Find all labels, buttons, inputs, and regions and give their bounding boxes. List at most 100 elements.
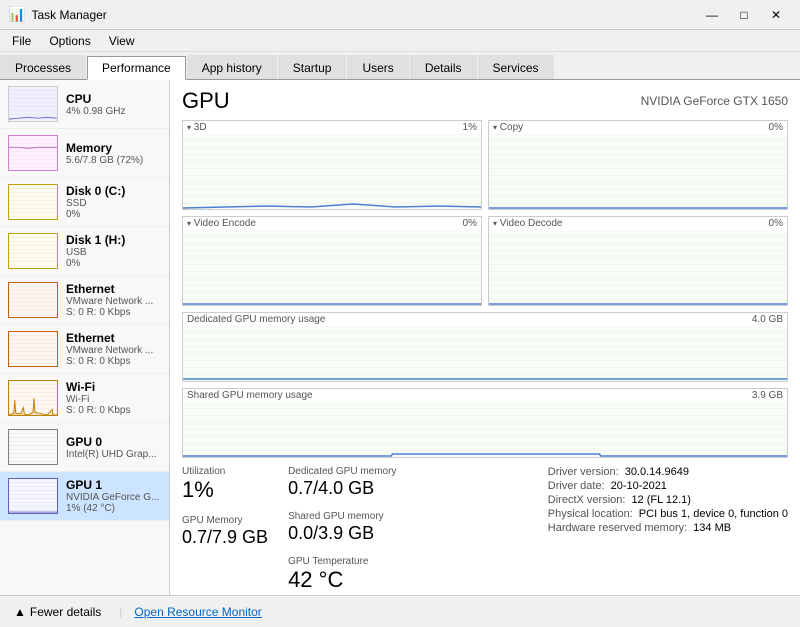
tab-users[interactable]: Users: [347, 55, 408, 79]
gpu0-graph-thumbnail: [8, 429, 58, 465]
maximize-button[interactable]: □: [728, 0, 760, 30]
ethernet1-info: Ethernet VMware Network ... S: 0 R: 0 Kb…: [66, 282, 161, 318]
sidebar-item-cpu[interactable]: CPU 4% 0.98 GHz: [0, 80, 169, 129]
stat-dedicated-gpu-mem: Dedicated GPU memory 0.7/4.0 GB Shared G…: [288, 466, 396, 591]
chart-shared-body: [183, 402, 787, 457]
gpu0-sub: Intel(R) UHD Grap...: [66, 449, 161, 460]
sidebar-item-wifi[interactable]: Wi-Fi Wi-Fi S: 0 R: 0 Kbps: [0, 374, 169, 423]
ethernet2-sub: VMware Network ...: [66, 345, 161, 356]
gpu1-label: GPU 1: [66, 478, 161, 492]
driver-date-val: 20-10-2021: [611, 480, 667, 492]
chart-3d: ▾ 3D 1%: [182, 120, 482, 210]
gpu1-sub: NVIDIA GeForce G...: [66, 492, 161, 503]
ethernet1-label: Ethernet: [66, 282, 161, 296]
tab-app-history[interactable]: App history: [187, 55, 277, 79]
charts-mid-row: ▾ Video Encode 0% ▾ Video Decode: [182, 216, 788, 306]
cpu-graph-thumbnail: [8, 86, 58, 122]
disk0-sub2: SSD: [66, 198, 161, 209]
stat-utilization: Utilization 1% GPU Memory 0.7/7.9 GB: [182, 466, 268, 591]
tab-details[interactable]: Details: [410, 55, 477, 79]
tab-processes[interactable]: Processes: [0, 55, 86, 79]
driver-date-key: Driver date:: [548, 480, 605, 492]
gpu1-sub3: 1% (42 °C): [66, 503, 161, 514]
chart-vencode-body: [183, 230, 481, 305]
physical-location-key: Physical location:: [548, 508, 633, 520]
sidebar-item-ethernet1[interactable]: Ethernet VMware Network ... S: 0 R: 0 Kb…: [0, 276, 169, 325]
chart-dedicated-body: [183, 326, 787, 381]
sidebar-item-gpu1[interactable]: GPU 1 NVIDIA GeForce G... 1% (42 °C): [0, 472, 169, 521]
chart-vdecode-body: [489, 230, 787, 305]
title-bar: 📊 Task Manager — □ ✕: [0, 0, 800, 30]
chart-shared-max: 3.9 GB: [752, 390, 783, 401]
sidebar-item-memory[interactable]: Memory 5.6/7.8 GB (72%): [0, 129, 169, 178]
fewer-details-button[interactable]: ▲ Fewer details: [8, 603, 107, 621]
memory-sub: 5.6/7.8 GB (72%): [66, 155, 161, 166]
disk1-sub2: USB: [66, 247, 161, 258]
chart-shared-title: Shared GPU memory usage: [187, 390, 313, 401]
chart-shared-mem: Shared GPU memory usage 3.9 GB: [182, 388, 788, 458]
physical-location-val: PCI bus 1, device 0, function 0: [639, 508, 788, 520]
sidebar-item-gpu0[interactable]: GPU 0 Intel(R) UHD Grap...: [0, 423, 169, 472]
chart-vdecode-percent: 0%: [769, 218, 783, 229]
ethernet1-sub: VMware Network ...: [66, 296, 161, 307]
sidebar-item-disk0[interactable]: Disk 0 (C:) SSD 0%: [0, 178, 169, 227]
content-header: GPU NVIDIA GeForce GTX 1650: [182, 88, 788, 114]
minimize-button[interactable]: —: [696, 0, 728, 30]
tab-bar: Processes Performance App history Startu…: [0, 52, 800, 80]
shared-gpu-mem-label: Shared GPU memory: [288, 511, 396, 522]
close-button[interactable]: ✕: [760, 0, 792, 30]
gpu1-graph-thumbnail: [8, 478, 58, 514]
shared-gpu-mem-value: 0.0/3.9 GB: [288, 524, 396, 542]
menu-file[interactable]: File: [4, 32, 39, 50]
chart-copy-percent: 0%: [769, 122, 783, 133]
chart-dedicated-max: 4.0 GB: [752, 314, 783, 325]
wifi-graph-thumbnail: [8, 380, 58, 416]
gpu-memory-label: GPU Memory: [182, 515, 268, 526]
directx-val: 12 (FL 12.1): [631, 494, 691, 506]
page-title: GPU: [182, 88, 230, 114]
chart-dedicated-mem: Dedicated GPU memory usage 4.0 GB: [182, 312, 788, 382]
ethernet2-graph-thumbnail: [8, 331, 58, 367]
chart-copy-label: ▾ Copy 0%: [489, 121, 787, 134]
hw-reserved-mem-key: Hardware reserved memory:: [548, 522, 687, 534]
chart-video-decode: ▾ Video Decode 0%: [488, 216, 788, 306]
directx-row: DirectX version: 12 (FL 12.1): [548, 494, 788, 506]
tab-startup[interactable]: Startup: [278, 55, 347, 79]
hw-reserved-mem-row: Hardware reserved memory: 134 MB: [548, 522, 788, 534]
ethernet1-graph-thumbnail: [8, 282, 58, 318]
gpu-memory-value: 0.7/7.9 GB: [182, 528, 268, 546]
disk1-label: Disk 1 (H:): [66, 233, 161, 247]
window-controls: — □ ✕: [696, 0, 792, 30]
chart-vdecode-label: ▾ Video Decode 0%: [489, 217, 787, 230]
disk0-label: Disk 0 (C:): [66, 184, 161, 198]
dedicated-gpu-mem-value: 0.7/4.0 GB: [288, 479, 396, 497]
cpu-info: CPU 4% 0.98 GHz: [66, 92, 161, 117]
chart-shared-label: Shared GPU memory usage 3.9 GB: [183, 389, 787, 402]
sidebar-item-disk1[interactable]: Disk 1 (H:) USB 0%: [0, 227, 169, 276]
menu-view[interactable]: View: [101, 32, 143, 50]
chart-vencode-label: ▾ Video Encode 0%: [183, 217, 481, 230]
fewer-details-label: Fewer details: [30, 605, 101, 619]
chart-copy: ▾ Copy 0%: [488, 120, 788, 210]
chart-3d-label: ▾ 3D 1%: [183, 121, 481, 134]
tab-performance[interactable]: Performance: [87, 56, 186, 80]
chart-video-encode: ▾ Video Encode 0%: [182, 216, 482, 306]
memory-info: Memory 5.6/7.8 GB (72%): [66, 141, 161, 166]
wifi-info: Wi-Fi Wi-Fi S: 0 R: 0 Kbps: [66, 380, 161, 416]
utilization-value: 1%: [182, 479, 268, 501]
open-resource-monitor-link[interactable]: Open Resource Monitor: [134, 605, 261, 619]
menu-options[interactable]: Options: [41, 32, 98, 50]
content-area: GPU NVIDIA GeForce GTX 1650 ▾ 3D 1%: [170, 80, 800, 595]
chart-3d-title: ▾ 3D: [187, 122, 207, 133]
hw-reserved-mem-val: 134 MB: [693, 522, 731, 534]
sidebar-item-ethernet2[interactable]: Ethernet VMware Network ... S: 0 R: 0 Kb…: [0, 325, 169, 374]
memory-graph-thumbnail: [8, 135, 58, 171]
driver-version-val: 30.0.14.9649: [625, 466, 689, 478]
tab-services[interactable]: Services: [478, 55, 554, 79]
sidebar: CPU 4% 0.98 GHz Memory 5.6/7.8 GB (72%): [0, 80, 170, 595]
wifi-sub3: S: 0 R: 0 Kbps: [66, 405, 161, 416]
directx-key: DirectX version:: [548, 494, 626, 506]
utilization-label: Utilization: [182, 466, 268, 477]
wifi-label: Wi-Fi: [66, 380, 161, 394]
driver-date-row: Driver date: 20-10-2021: [548, 480, 788, 492]
